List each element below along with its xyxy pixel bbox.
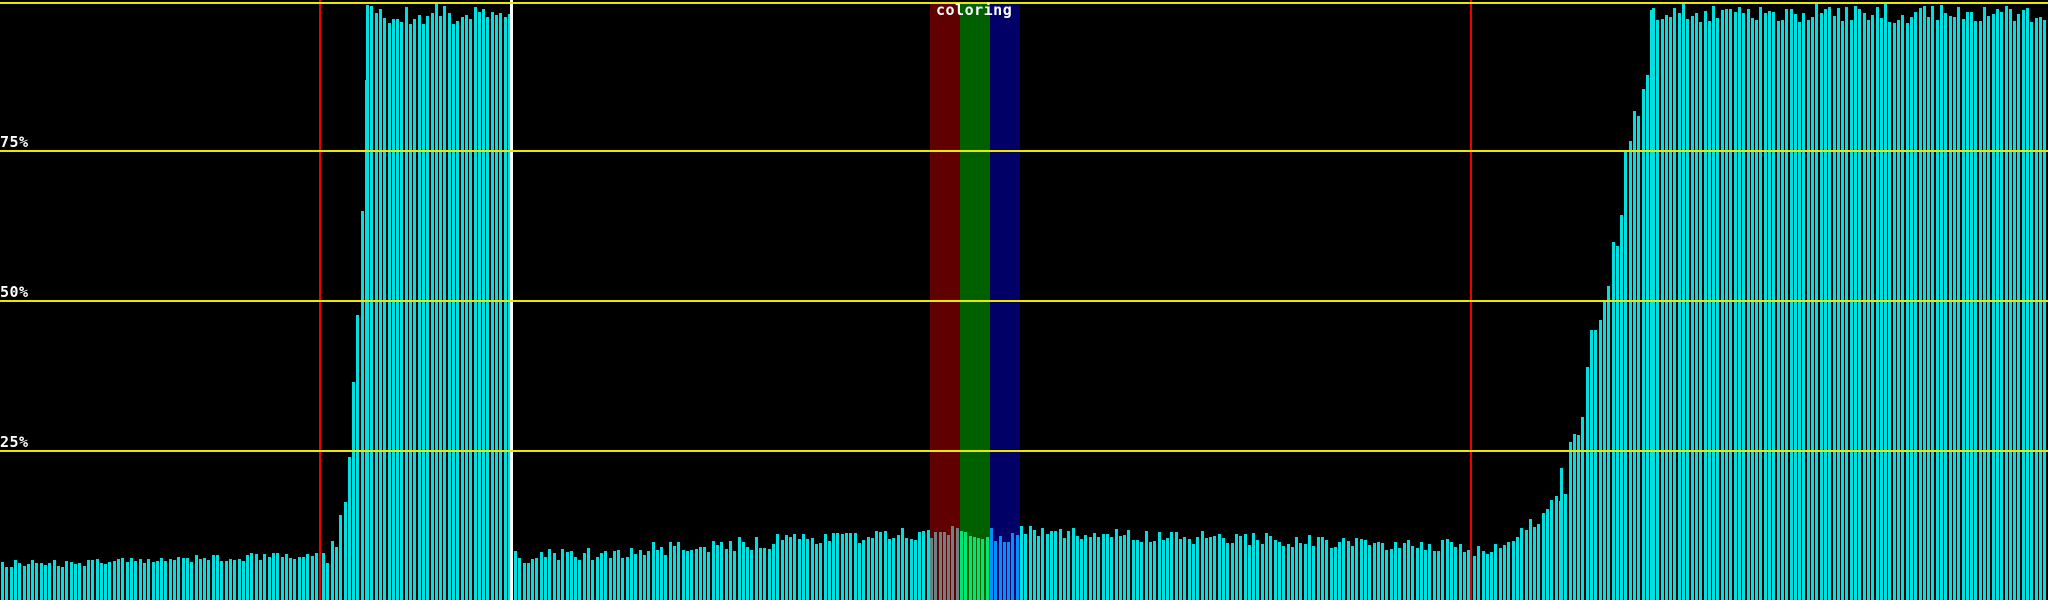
gridlines-layer [0, 0, 2048, 600]
y-tick-label-75: 75% [0, 133, 29, 151]
percentage-histogram-chart: 75% 50% 25% coloring [0, 0, 2048, 600]
gridline-75pct [0, 150, 2048, 152]
coloring-label: coloring [936, 1, 1012, 19]
gridline-100pct [0, 2, 2048, 4]
gridline-25pct [0, 450, 2048, 452]
gridline-50pct [0, 300, 2048, 302]
y-tick-label-25: 25% [0, 433, 29, 451]
y-tick-label-50: 50% [0, 283, 29, 301]
